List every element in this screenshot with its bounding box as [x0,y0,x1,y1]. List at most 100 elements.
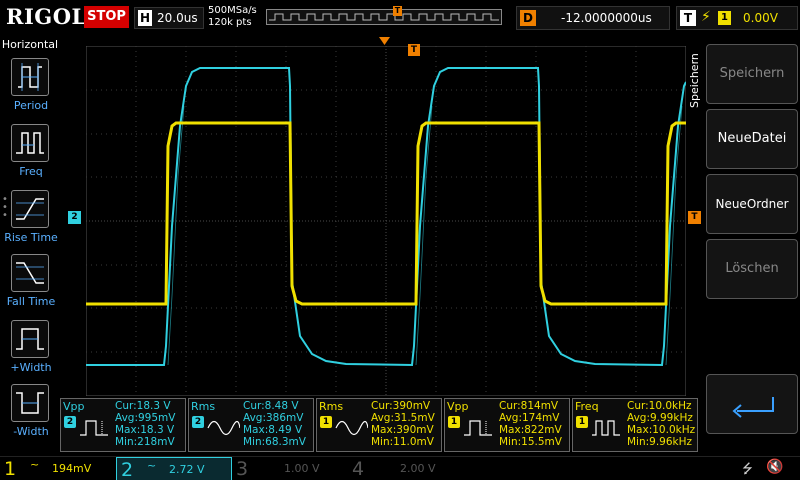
period-measure-button[interactable]: Period [0,58,60,120]
memory-position-bar[interactable]: T [266,6,502,25]
meas-source-badge: 2 [64,416,76,428]
channel-4-scale: 2.00 V [400,462,436,475]
brand-logo: RIGOL [6,4,87,29]
meas-name: Rms [319,400,344,413]
save-menu: Speichern NeueDatei NeueOrdner Löschen [704,36,800,456]
usb-icon: ⭍ [742,462,753,477]
menu-title: Horizontal [1,38,59,51]
trigger-source: 1 [718,11,731,25]
rise-time-icon [11,190,49,228]
delay-letter: D [520,10,536,26]
run-stop-indicator[interactable]: STOP [84,6,129,28]
trigger-time-marker: T [408,44,420,56]
meas-cur: Cur:8.48 V [243,400,299,412]
meas-values: Cur:10.0kHz Avg:9.99kHz Max:10.0kHz Min:… [627,400,695,448]
period-label: Period [13,99,49,112]
measurement-vpp-ch2[interactable]: Vpp 2 Cur:18.3 V Avg:995mV Max:18.3 V Mi… [60,398,186,452]
timebase-letter: H [138,10,152,26]
meas-avg: Avg:386mV [243,412,304,424]
channel-1-number: 1 [4,458,17,480]
meas-source-badge: 1 [576,416,588,428]
channel-3-status[interactable]: 3 1.00 V [232,457,348,480]
trigger-position-marker[interactable] [379,37,390,45]
trigger-level-marker[interactable]: T [688,211,701,224]
channel-2-scale: 2.72 V [169,463,205,476]
memory-trigger-marker: T [393,6,402,16]
channel-2-coupling: ~ [147,459,157,472]
timebase-value: 20.0us [157,11,198,25]
return-arrow-icon [732,397,774,418]
fall-time-measure-button[interactable]: Fall Time [0,254,60,316]
measurement-rms-ch2[interactable]: Rms 2 Cur:8.48 V Avg:386mV Max:8.49 V Mi… [188,398,314,452]
memory-depth: 120k pts [208,17,252,28]
meas-avg: Avg:995mV [115,412,176,424]
waveform-display[interactable] [86,46,686,396]
meas-min: Min:9.96kHz [627,436,693,448]
timebase-box[interactable]: H 20.0us [134,7,204,29]
channel-status-bar: 1 ~ 194mV 2 ~ 2.72 V 3 1.00 V 4 2.00 V ⭍… [0,456,800,480]
channel-1-status[interactable]: 1 ~ 194mV [0,457,116,480]
delay-box[interactable]: D -12.0000000us [516,6,670,30]
meas-max: Max:390mV [371,424,434,436]
top-status-bar: RIGOL STOP H 20.0us 500MSa/s 120k pts T … [0,0,800,36]
trigger-letter: T [680,10,696,26]
meas-values: Cur:814mV Avg:174mV Max:822mV Min:15.5mV [499,400,562,448]
right-menu-title: Speichern [686,40,702,130]
channel-4-status[interactable]: 4 2.00 V [348,457,464,480]
speichern-button[interactable]: Speichern [706,44,798,104]
neue-datei-button[interactable]: NeueDatei [706,109,798,169]
meas-cur: Cur:18.3 V [115,400,171,412]
channel-1-scale: 194mV [52,462,92,475]
negative-width-measure-button[interactable]: -Width [0,384,60,446]
meas-name: Vpp [63,400,85,413]
rise-time-measure-button[interactable]: Rise Time [0,190,60,252]
meas-values: Cur:390mV Avg:31.5mV Max:390mV Min:11.0m… [371,400,435,448]
meas-source-badge: 2 [192,416,204,428]
meas-values: Cur:8.48 V Avg:386mV Max:8.49 V Min:68.3… [243,400,306,448]
trigger-box[interactable]: T ⚡ 1 0.00V [676,6,798,30]
measurement-rms-ch1[interactable]: Rms 1 Cur:390mV Avg:31.5mV Max:390mV Min… [316,398,442,452]
channel-1-coupling: ~ [30,458,40,471]
meas-name: Freq [575,400,599,413]
positive-width-icon [11,320,49,358]
meas-max: Max:822mV [499,424,562,436]
positive-width-measure-button[interactable]: +Width [0,320,60,382]
measurement-vpp-ch1[interactable]: Vpp 1 Cur:814mV Avg:174mV Max:822mV Min:… [444,398,570,452]
meas-max: Max:18.3 V [115,424,175,436]
meas-avg: Avg:174mV [499,412,560,424]
meas-name: Vpp [447,400,469,413]
rise-time-label: Rise Time [4,231,58,244]
period-icon [11,58,49,96]
trigger-level: 0.00V [743,11,778,25]
freq-wave-icon [592,420,620,436]
meas-avg: Avg:9.99kHz [627,412,693,424]
meas-cur: Cur:814mV [499,400,559,412]
meas-name: Rms [191,400,216,413]
memory-waveform-icon [269,13,499,21]
channel-2-status[interactable]: 2 ~ 2.72 V [116,457,232,480]
channel-4-number: 4 [352,458,365,480]
ch2-offset-marker[interactable]: 2 [68,211,81,224]
meas-values: Cur:18.3 V Avg:995mV Max:18.3 V Min:218m… [115,400,175,448]
meas-min: Min:11.0mV [371,436,434,448]
meas-min: Min:15.5mV [499,436,562,448]
freq-measure-button[interactable]: Freq [0,124,60,186]
freq-icon [11,124,49,162]
freq-label: Freq [19,165,43,178]
speaker-muted-icon[interactable]: 🔇 [766,459,783,475]
sample-rate: 500MSa/s [208,5,257,16]
delay-value: -12.0000000us [561,11,652,25]
channel-3-number: 3 [236,458,249,480]
fall-time-icon [11,254,49,292]
meas-cur: Cur:390mV [371,400,431,412]
neue-ordner-button[interactable]: NeueOrdner [706,174,798,234]
trigger-edge-icon: ⚡ [701,9,711,25]
meas-avg: Avg:31.5mV [371,412,435,424]
rms-wave-icon [335,420,368,436]
loeschen-button[interactable]: Löschen [706,239,798,299]
meas-max: Max:10.0kHz [627,424,696,436]
meas-source-badge: 1 [320,416,332,428]
channel-2-number: 2 [121,459,134,480]
measurement-freq-ch1[interactable]: Freq 1 Cur:10.0kHz Avg:9.99kHz Max:10.0k… [572,398,698,452]
back-button[interactable] [706,374,798,434]
